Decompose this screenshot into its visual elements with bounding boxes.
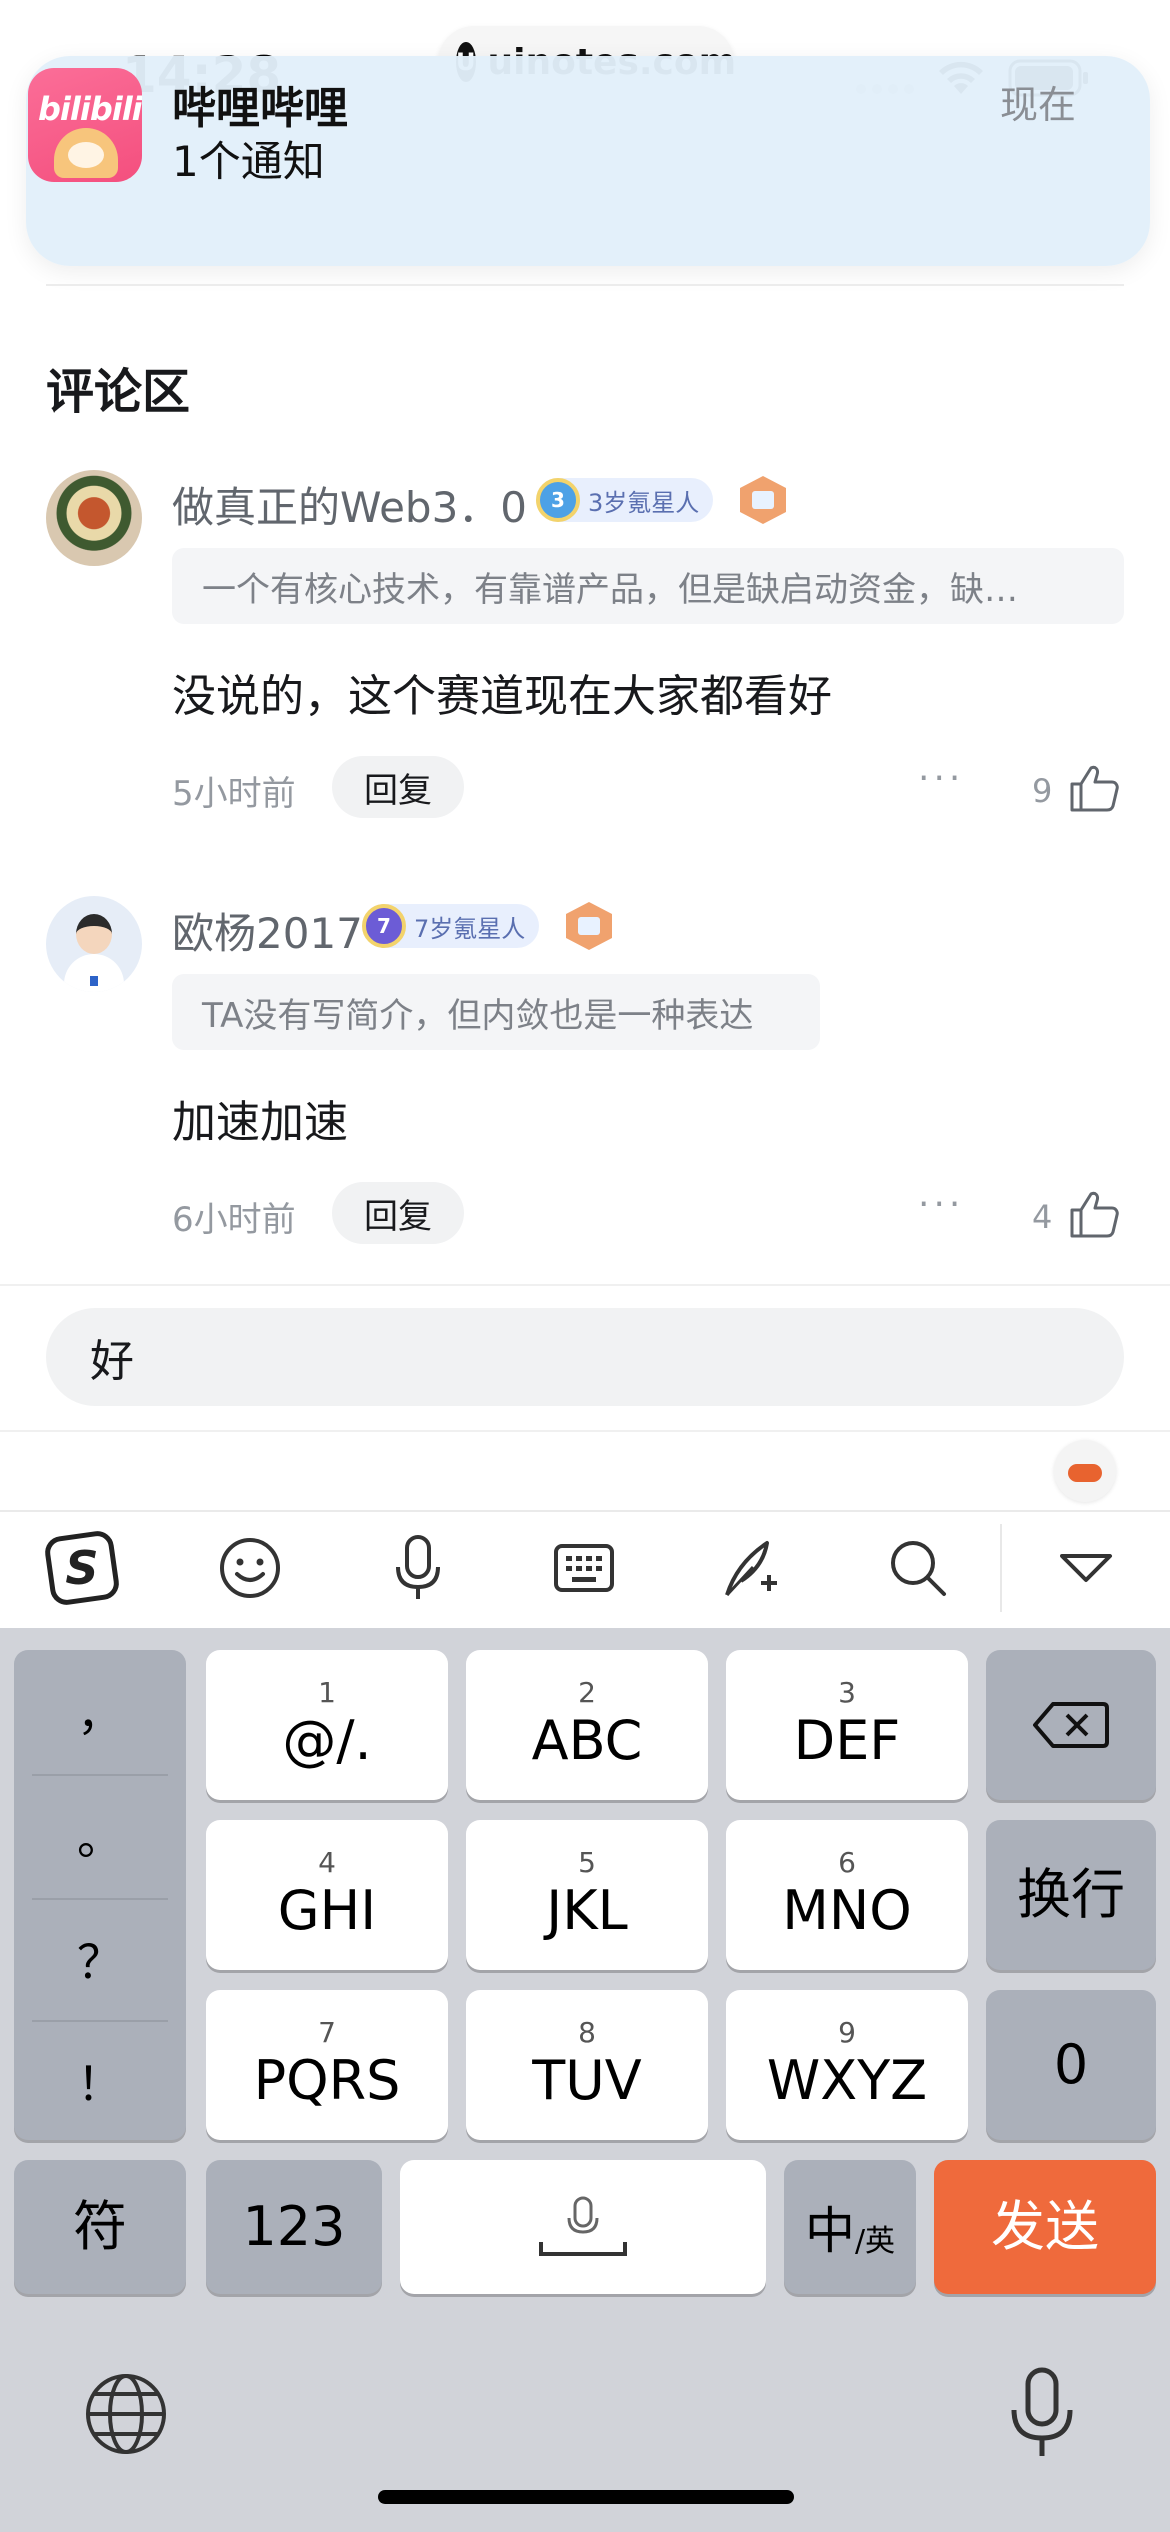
punct-key-exclamation[interactable]: ！ (14, 2020, 186, 2142)
backspace-icon (1033, 1702, 1109, 1748)
avatar[interactable] (46, 896, 142, 992)
space-mic-icon (539, 2196, 627, 2256)
comment-time: 5小时前 (172, 774, 296, 814)
key-1[interactable]: 1 @/. (206, 1650, 448, 1800)
notification-time: 现在 (1000, 83, 1077, 127)
emote-mascot-icon[interactable] (1054, 1440, 1116, 1502)
bilibili-app-icon[interactable]: bilibili (28, 68, 142, 182)
toolbar-divider (1000, 1524, 1002, 1612)
handwriting-icon[interactable] (712, 1528, 792, 1608)
keyboard-icon[interactable] (544, 1528, 624, 1608)
medal-level-icon: 3 (536, 478, 580, 522)
medal-label: 7岁氪星人 (414, 914, 526, 943)
key-9[interactable]: 9 WXYZ (726, 1990, 968, 2140)
key-7[interactable]: 7 PQRS (206, 1990, 448, 2140)
mascot-icon (54, 128, 118, 178)
space-key[interactable] (400, 2160, 766, 2294)
level-hexagon-icon (740, 476, 786, 524)
sogou-logo-icon[interactable]: S (42, 1528, 122, 1608)
avatar[interactable] (46, 470, 142, 566)
bilibili-logo-text: bilibili (38, 90, 142, 128)
globe-icon[interactable] (84, 2372, 168, 2456)
medal-level-icon: 7 (362, 904, 406, 948)
key-4[interactable]: 4 GHI (206, 1820, 448, 1970)
send-key[interactable]: 发送 (934, 2160, 1156, 2294)
divider (0, 1284, 1170, 1286)
numbers-key[interactable]: 123 (206, 2160, 382, 2294)
dictation-microphone-icon[interactable] (1000, 2366, 1084, 2462)
comment-username[interactable]: 做真正的Web3．0 (172, 474, 527, 535)
svg-text:S: S (65, 1541, 98, 1595)
key-6[interactable]: 6 MNO (726, 1820, 968, 1970)
user-bio: TA没有写简介，但内敛也是一种表达 (172, 974, 820, 1050)
comment-text: 加速加速 (172, 1097, 348, 1148)
punct-key-question[interactable]: ？ (14, 1898, 186, 2020)
key-3[interactable]: 3 DEF (726, 1650, 968, 1800)
medal-label: 3岁氪星人 (588, 488, 700, 517)
key-5[interactable]: 5 JKL (466, 1820, 708, 1970)
divider (46, 284, 1124, 286)
notification-message: 1个通知 (172, 137, 325, 186)
comments-section-title: 评论区 (46, 364, 191, 420)
level-hexagon-icon (566, 902, 612, 950)
punct-key-comma[interactable]: ， (14, 1650, 186, 1772)
emoji-icon[interactable] (210, 1528, 290, 1608)
symbols-key[interactable]: 符 (14, 2160, 186, 2294)
language-switch-key[interactable]: 中/英 (784, 2160, 916, 2294)
microphone-icon[interactable] (378, 1528, 458, 1608)
delete-key[interactable] (986, 1650, 1156, 1800)
like-count: 9 (1032, 772, 1053, 810)
key-2[interactable]: 2 ABC (466, 1650, 708, 1800)
reply-input[interactable]: 好 (46, 1308, 1124, 1406)
key-0[interactable]: 0 (986, 1990, 1156, 2140)
notification-app-name: 哔哩哔哩 (172, 83, 348, 134)
thumbs-up-icon[interactable] (1068, 1188, 1120, 1240)
comment-text: 没说的，这个赛道现在大家都看好 (172, 671, 832, 722)
punct-key-period[interactable]: 。 (14, 1774, 186, 1896)
comment-username[interactable]: 欧杨2017 (172, 900, 363, 961)
like-count: 4 (1032, 1198, 1053, 1236)
fan-medal-badge[interactable]: 7 7岁氪星人 (362, 904, 540, 948)
newline-key[interactable]: 换行 (986, 1820, 1156, 1970)
punctuation-column[interactable]: ， 。 ？ ！ (14, 1650, 186, 2140)
reply-button[interactable]: 回复 (332, 1182, 464, 1244)
user-bio: 一个有核心技术，有靠谱产品，但是缺启动资金，缺… (172, 548, 1124, 624)
key-8[interactable]: 8 TUV (466, 1990, 708, 2140)
comment-time: 6小时前 (172, 1200, 296, 1240)
home-indicator[interactable] (378, 2490, 794, 2504)
collapse-keyboard-icon[interactable] (1046, 1528, 1126, 1608)
more-options-icon[interactable]: ··· (918, 1184, 964, 1225)
divider (0, 1430, 1170, 1432)
fan-medal-badge[interactable]: 3 3岁氪星人 (536, 478, 714, 522)
more-options-icon[interactable]: ··· (918, 758, 964, 799)
search-icon[interactable] (878, 1528, 958, 1608)
reply-button[interactable]: 回复 (332, 756, 464, 818)
thumbs-up-icon[interactable] (1068, 762, 1120, 814)
